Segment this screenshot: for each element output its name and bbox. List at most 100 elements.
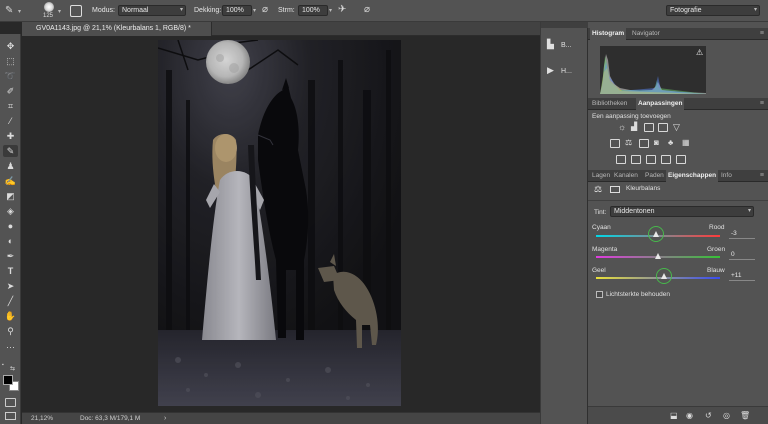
preserve-luminosity-checkbox[interactable]: [596, 291, 603, 298]
chevron-down-icon: ▾: [747, 208, 751, 214]
invert-icon[interactable]: [616, 155, 626, 164]
black-white-icon[interactable]: [639, 139, 649, 148]
photo-filter-icon[interactable]: ◙: [654, 138, 659, 147]
curves-icon[interactable]: [644, 123, 654, 132]
right-panel-dock: Histogram Navigator ≡ ⚠ Bibliotheken Aan…: [588, 22, 768, 424]
panel-dock-header[interactable]: [541, 22, 589, 28]
status-menu-chevron-icon[interactable]: ›: [164, 413, 166, 424]
mode-select[interactable]: Normaal ▾: [118, 5, 186, 16]
lasso-tool-icon[interactable]: ➰: [3, 70, 18, 82]
tab-libraries[interactable]: Bibliotheken: [590, 98, 629, 110]
color-lookup-icon[interactable]: ▦: [682, 138, 690, 147]
move-tool-icon[interactable]: ✥: [3, 40, 18, 52]
crop-tool-icon[interactable]: ⌗: [3, 100, 18, 112]
document-tab-bar: × GV0A1143.jpg @ 21,1% (Kleurbalans 1, R…: [22, 22, 540, 36]
posterize-icon[interactable]: [631, 155, 641, 164]
magenta-green-slider-thumb[interactable]: [654, 253, 662, 259]
photo-artwork: [158, 40, 401, 406]
pressure-opacity-icon[interactable]: ⌀: [262, 5, 268, 15]
green-label: Groen: [707, 246, 726, 253]
threshold-icon[interactable]: [646, 155, 656, 164]
mask-icon[interactable]: [610, 186, 620, 193]
clone-stamp-tool-icon[interactable]: ♟: [3, 160, 18, 172]
marquee-tool-icon[interactable]: ⬚: [3, 55, 18, 67]
airbrush-icon[interactable]: ✈: [338, 5, 346, 15]
tool-preset-chevron-icon[interactable]: ▾: [18, 8, 21, 15]
tab-properties[interactable]: Eigenschappen: [666, 170, 719, 182]
screen-mode-icon[interactable]: [5, 412, 16, 420]
brush-tool-icon[interactable]: ✎: [5, 6, 13, 16]
channel-mixer-icon[interactable]: ♣: [668, 138, 673, 147]
blur-tool-icon[interactable]: ●: [3, 220, 18, 232]
quick-mask-icon[interactable]: [5, 398, 16, 407]
levels-icon[interactable]: ▟: [631, 122, 637, 131]
cyan-label: Cyaan: [592, 224, 611, 231]
adjustments-tabs: Bibliotheken Aanpassingen ≡: [588, 98, 768, 110]
opacity-chevron-icon[interactable]: ▾: [253, 7, 256, 14]
histogram-tabs: Histogram Navigator ≡: [588, 28, 768, 40]
swap-colors-icon[interactable]: ⇆: [10, 365, 15, 372]
cyan-red-value[interactable]: -3: [729, 230, 755, 239]
flow-input[interactable]: 100%: [298, 5, 328, 16]
brush-panel-button[interactable]: ▙ B...: [547, 32, 583, 56]
brush-preview-icon[interactable]: [44, 2, 54, 12]
default-colors-icon[interactable]: ▪: [2, 362, 4, 368]
magenta-green-value[interactable]: 0: [729, 251, 755, 260]
eyedropper-tool-icon[interactable]: ⁄: [3, 115, 18, 127]
history-brush-tool-icon[interactable]: ✍: [3, 175, 18, 187]
brightness-contrast-icon[interactable]: ☼: [618, 122, 626, 132]
more-tools-icon[interactable]: ···: [3, 341, 18, 353]
warning-icon[interactable]: ⚠: [696, 48, 703, 57]
view-previous-state-icon[interactable]: ◉: [686, 411, 693, 420]
panel-menu-icon[interactable]: ≡: [760, 28, 764, 40]
history-panel-button[interactable]: ▶ H...: [547, 58, 583, 82]
clip-to-layer-icon[interactable]: ⬓: [670, 411, 678, 420]
healing-brush-tool-icon[interactable]: ✚: [3, 130, 18, 142]
type-tool-icon[interactable]: T: [3, 265, 18, 277]
eraser-tool-icon[interactable]: ◩: [3, 190, 18, 202]
color-balance-icon[interactable]: ⚖: [625, 138, 632, 147]
reset-icon[interactable]: ↺: [705, 411, 712, 420]
brush-panel-toggle-icon[interactable]: [70, 5, 82, 17]
tab-histogram[interactable]: Histogram: [590, 28, 627, 40]
hand-tool-icon[interactable]: ✋: [3, 310, 18, 322]
visibility-eye-icon[interactable]: ◎: [723, 411, 730, 420]
brush-tool-icon[interactable]: ✎: [3, 145, 18, 157]
zoom-level[interactable]: 21,12%: [31, 413, 53, 424]
tone-select[interactable]: Middentonen ▾: [610, 206, 754, 217]
pen-tool-icon[interactable]: ✒: [3, 250, 18, 262]
tab-layers[interactable]: Lagen: [590, 170, 612, 182]
trash-icon[interactable]: 🗑: [740, 411, 750, 420]
line-tool-icon[interactable]: ╱: [3, 295, 18, 307]
foreground-color-swatch[interactable]: [3, 375, 13, 385]
paint-bucket-tool-icon[interactable]: ◈: [3, 205, 18, 217]
tab-paths[interactable]: Paden: [643, 170, 666, 182]
yellow-blue-value[interactable]: +11: [729, 272, 755, 281]
panel-menu-icon[interactable]: ≡: [760, 98, 764, 110]
brush-picker-chevron-icon[interactable]: ▾: [58, 8, 61, 15]
workspace-select[interactable]: Fotografie ▾: [666, 5, 760, 16]
cyan-red-slider-thumb[interactable]: [647, 226, 664, 242]
selective-color-icon[interactable]: [676, 155, 686, 164]
flow-chevron-icon[interactable]: ▾: [329, 7, 332, 14]
slider-thumb-triangle: [654, 253, 661, 259]
tab-adjustments[interactable]: Aanpassingen: [636, 98, 685, 110]
yellow-blue-slider-thumb[interactable]: [656, 268, 673, 284]
dodge-tool-icon[interactable]: ◐: [3, 235, 18, 247]
zoom-tool-icon[interactable]: ⚲: [3, 325, 18, 337]
tab-channels[interactable]: Kanalen: [612, 170, 640, 182]
red-label: Rood: [709, 224, 725, 231]
document-canvas[interactable]: [158, 40, 401, 406]
tab-navigator[interactable]: Navigator: [630, 28, 662, 40]
panel-menu-icon[interactable]: ≡: [760, 170, 764, 182]
opacity-input[interactable]: 100%: [222, 5, 252, 16]
pressure-size-icon[interactable]: ⌀: [364, 5, 370, 15]
hue-saturation-icon[interactable]: [610, 139, 620, 148]
path-selection-tool-icon[interactable]: ➤: [3, 280, 18, 292]
gradient-map-icon[interactable]: [661, 155, 671, 164]
quick-select-tool-icon[interactable]: ✐: [3, 85, 18, 97]
exposure-icon[interactable]: [658, 123, 668, 132]
tab-info[interactable]: Info: [719, 170, 734, 182]
document-tab[interactable]: GV0A1143.jpg @ 21,1% (Kleurbalans 1, RGB…: [22, 22, 212, 36]
vibrance-icon[interactable]: ▽: [673, 122, 680, 133]
